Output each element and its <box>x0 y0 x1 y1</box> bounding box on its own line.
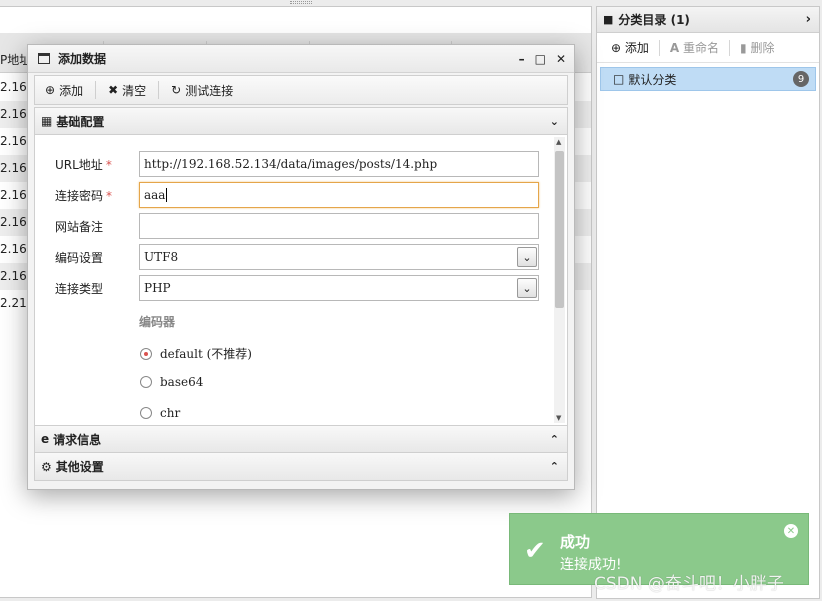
password-row: 连接密码 * aaa <box>55 182 539 208</box>
maximize-icon[interactable]: □ <box>535 52 546 66</box>
password-input[interactable]: aaa <box>139 182 539 208</box>
file-icon: ▦ <box>41 114 53 128</box>
other-settings-header[interactable]: ⚙ 其他设置 ⌃ <box>34 453 568 481</box>
dialog-title: 添加数据 <box>58 52 107 66</box>
encoding-value: UTF8 <box>144 250 179 264</box>
encoder-option-label: base64 <box>160 375 204 389</box>
watermark: CSDN @奋斗吧！小胖子 <box>594 574 784 594</box>
basic-config-title: 基础配置 <box>56 114 105 129</box>
type-label: 连接类型 <box>55 281 104 296</box>
password-label: 连接密码 * <box>55 188 113 203</box>
form-scrollbar[interactable]: ▲ ▼ <box>554 137 565 423</box>
encoder-option-base64[interactable]: base64 <box>140 375 203 389</box>
type-value: PHP <box>144 281 171 295</box>
type-select[interactable]: PHP ⌄ <box>139 275 539 301</box>
radio-icon[interactable] <box>140 376 152 388</box>
divider <box>658 39 660 56</box>
scroll-down-icon[interactable]: ▼ <box>556 414 561 422</box>
chevron-up-icon: ⌃ <box>549 432 559 446</box>
encoder-option-default[interactable]: default (不推荐) <box>140 345 252 362</box>
scrollbar-thumb[interactable] <box>555 151 564 308</box>
category-rename-label: 重命名 <box>683 41 720 55</box>
category-panel-title: 分类目录 (1) <box>618 13 690 27</box>
url-input[interactable]: http://192.168.52.134/data/images/posts/… <box>139 151 539 177</box>
other-settings-title: 其他设置 <box>55 460 104 474</box>
font-icon: A <box>669 41 680 55</box>
toast-title: 成功 <box>560 533 591 551</box>
folder-open-icon: □ <box>613 72 625 86</box>
category-add-button[interactable]: ⊕ 添加 <box>611 39 649 56</box>
clear-button[interactable]: ✖ 清空 <box>108 82 146 99</box>
password-value: aaa <box>144 188 166 202</box>
chevron-up-icon: ⌃ <box>549 460 559 473</box>
required-mark: * <box>105 157 112 172</box>
note-row: 网站备注 <box>55 213 539 239</box>
request-info-title: 请求信息 <box>53 432 102 447</box>
encoder-label: 编码器 <box>139 315 176 329</box>
divider <box>95 81 97 99</box>
minimize-icon[interactable]: – <box>519 52 525 66</box>
url-row: URL地址 * http://192.168.52.134/data/images… <box>55 151 539 177</box>
divider <box>729 39 731 56</box>
cogs-icon: ⚙ <box>41 459 52 474</box>
type-row: 连接类型 PHP ⌄ <box>55 275 539 301</box>
chevron-down-icon[interactable]: ⌄ <box>517 278 537 298</box>
chevron-down-icon: ⌄ <box>549 114 559 128</box>
text-caret <box>166 188 168 202</box>
url-value: http://192.168.52.134/data/images/posts/… <box>144 157 438 171</box>
edge-icon: e <box>41 432 50 446</box>
required-mark: * <box>106 188 113 203</box>
times-icon: ✖ <box>108 83 119 97</box>
category-delete-button[interactable]: ▮ 删除 <box>740 39 774 56</box>
close-icon[interactable]: ✕ <box>784 524 798 538</box>
basic-config-body: URL地址 * http://192.168.52.134/data/images… <box>34 135 568 425</box>
radio-icon[interactable] <box>140 407 152 419</box>
encoder-option-chr[interactable]: chr <box>140 406 180 420</box>
chevron-right-icon[interactable]: › <box>806 12 811 27</box>
category-panel-header: ■ 分类目录 (1) › <box>597 7 819 33</box>
radio-checked-icon[interactable] <box>140 347 152 360</box>
add-data-dialog: 添加数据 – □ ✕ ⊕ 添加 ✖ 清空 ↻ 测试连接 ▦ 基础配置 ⌄ URL地址 *… <box>27 44 575 490</box>
encoding-select[interactable]: UTF8 ⌄ <box>139 244 539 270</box>
resize-grip[interactable] <box>290 1 312 4</box>
category-panel: ■ 分类目录 (1) › ⊕ 添加 A 重命名 ▮ 删除 □ 默认分类 9 <box>596 6 820 599</box>
category-delete-label: 删除 <box>750 41 775 55</box>
folder-icon: ■ <box>603 13 614 26</box>
note-label: 网站备注 <box>55 219 104 234</box>
note-input[interactable] <box>139 213 539 239</box>
category-rename-button[interactable]: A 重命名 <box>670 39 719 56</box>
encoder-option-label: default (不推荐) <box>160 347 252 361</box>
plus-circle-icon: ⊕ <box>45 83 56 97</box>
spinner-icon: ↻ <box>171 83 182 97</box>
table-cell: 2.21. <box>0 296 31 310</box>
encoding-label: 编码设置 <box>55 250 104 265</box>
add-button[interactable]: ⊕ 添加 <box>45 82 83 99</box>
chevron-down-icon[interactable]: ⌄ <box>517 247 537 267</box>
category-item-default[interactable]: □ 默认分类 9 <box>600 67 816 91</box>
request-info-header[interactable]: e 请求信息 ⌃ <box>34 425 568 453</box>
dialog-toolbar: ⊕ 添加 ✖ 清空 ↻ 测试连接 <box>34 75 568 105</box>
test-connection-button[interactable]: ↻ 测试连接 <box>171 82 233 99</box>
close-icon[interactable]: ✕ <box>556 52 566 66</box>
divider <box>158 81 160 99</box>
dialog-titlebar[interactable]: 添加数据 – □ ✕ <box>28 45 574 73</box>
window-icon <box>38 53 50 64</box>
plus-circle-icon: ⊕ <box>611 41 622 55</box>
encoder-option-label: chr <box>160 406 181 420</box>
category-add-label: 添加 <box>624 41 649 55</box>
category-toolbar: ⊕ 添加 A 重命名 ▮ 删除 <box>597 33 819 63</box>
category-item-label: 默认分类 <box>628 72 677 87</box>
scroll-up-icon[interactable]: ▲ <box>556 138 561 146</box>
check-icon: ✔ <box>524 536 546 566</box>
url-label: URL地址 * <box>55 157 112 172</box>
clear-button-label: 清空 <box>122 83 147 98</box>
trash-icon: ▮ <box>740 41 747 55</box>
encoding-row: 编码设置 UTF8 ⌄ <box>55 244 539 270</box>
add-button-label: 添加 <box>59 83 84 98</box>
basic-config-header[interactable]: ▦ 基础配置 ⌄ <box>34 107 568 135</box>
test-connection-label: 测试连接 <box>185 83 234 98</box>
count-badge: 9 <box>793 71 809 87</box>
